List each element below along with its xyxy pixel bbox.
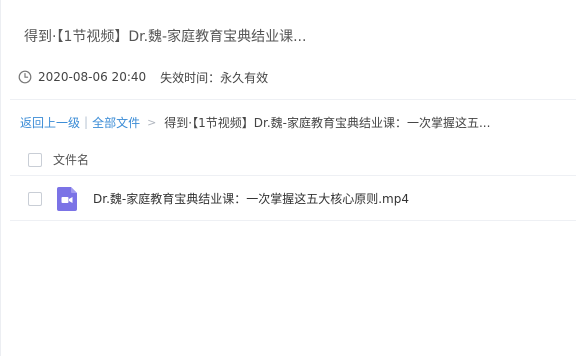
select-all-checkbox[interactable]	[28, 152, 42, 167]
breadcrumb-separator: |	[84, 115, 89, 129]
row-checkbox[interactable]	[28, 191, 42, 206]
share-meta: 2020-08-06 20:40 失效时间：永久有效	[18, 68, 268, 86]
table-header: 文件名	[10, 144, 576, 176]
breadcrumb-arrow-icon: >	[147, 115, 157, 129]
share-title: 得到·【1节视频】Dr.魏-家庭教育宝典结业课...	[24, 29, 307, 45]
breadcrumb-current: 得到·【1节视频】Dr.魏-家庭教育宝典结业课：一次掌握这五...	[164, 115, 491, 130]
clock-icon	[18, 70, 32, 84]
share-page: 得到·【1节视频】Dr.魏-家庭教育宝典结业课... 2020-08-06 20…	[0, 0, 576, 356]
back-link[interactable]: 返回上一级	[20, 114, 80, 131]
column-header-filename: 文件名	[53, 153, 90, 167]
file-name[interactable]: Dr.魏-家庭教育宝典结业课：一次掌握这五大核心原则.mp4	[93, 190, 409, 207]
expire-time: 失效时间：永久有效	[160, 70, 269, 85]
video-file-icon	[57, 187, 77, 211]
left-border	[0, 0, 1, 356]
breadcrumb: 返回上一级 | 全部文件 > 得到·【1节视频】Dr.魏-家庭教育宝典结业课：一…	[20, 114, 490, 130]
share-date: 2020-08-06 20:40	[38, 70, 147, 84]
table-row[interactable]: Dr.魏-家庭教育宝典结业课：一次掌握这五大核心原则.mp4	[10, 177, 576, 221]
divider	[10, 99, 576, 100]
all-files-link[interactable]: 全部文件	[92, 114, 140, 131]
